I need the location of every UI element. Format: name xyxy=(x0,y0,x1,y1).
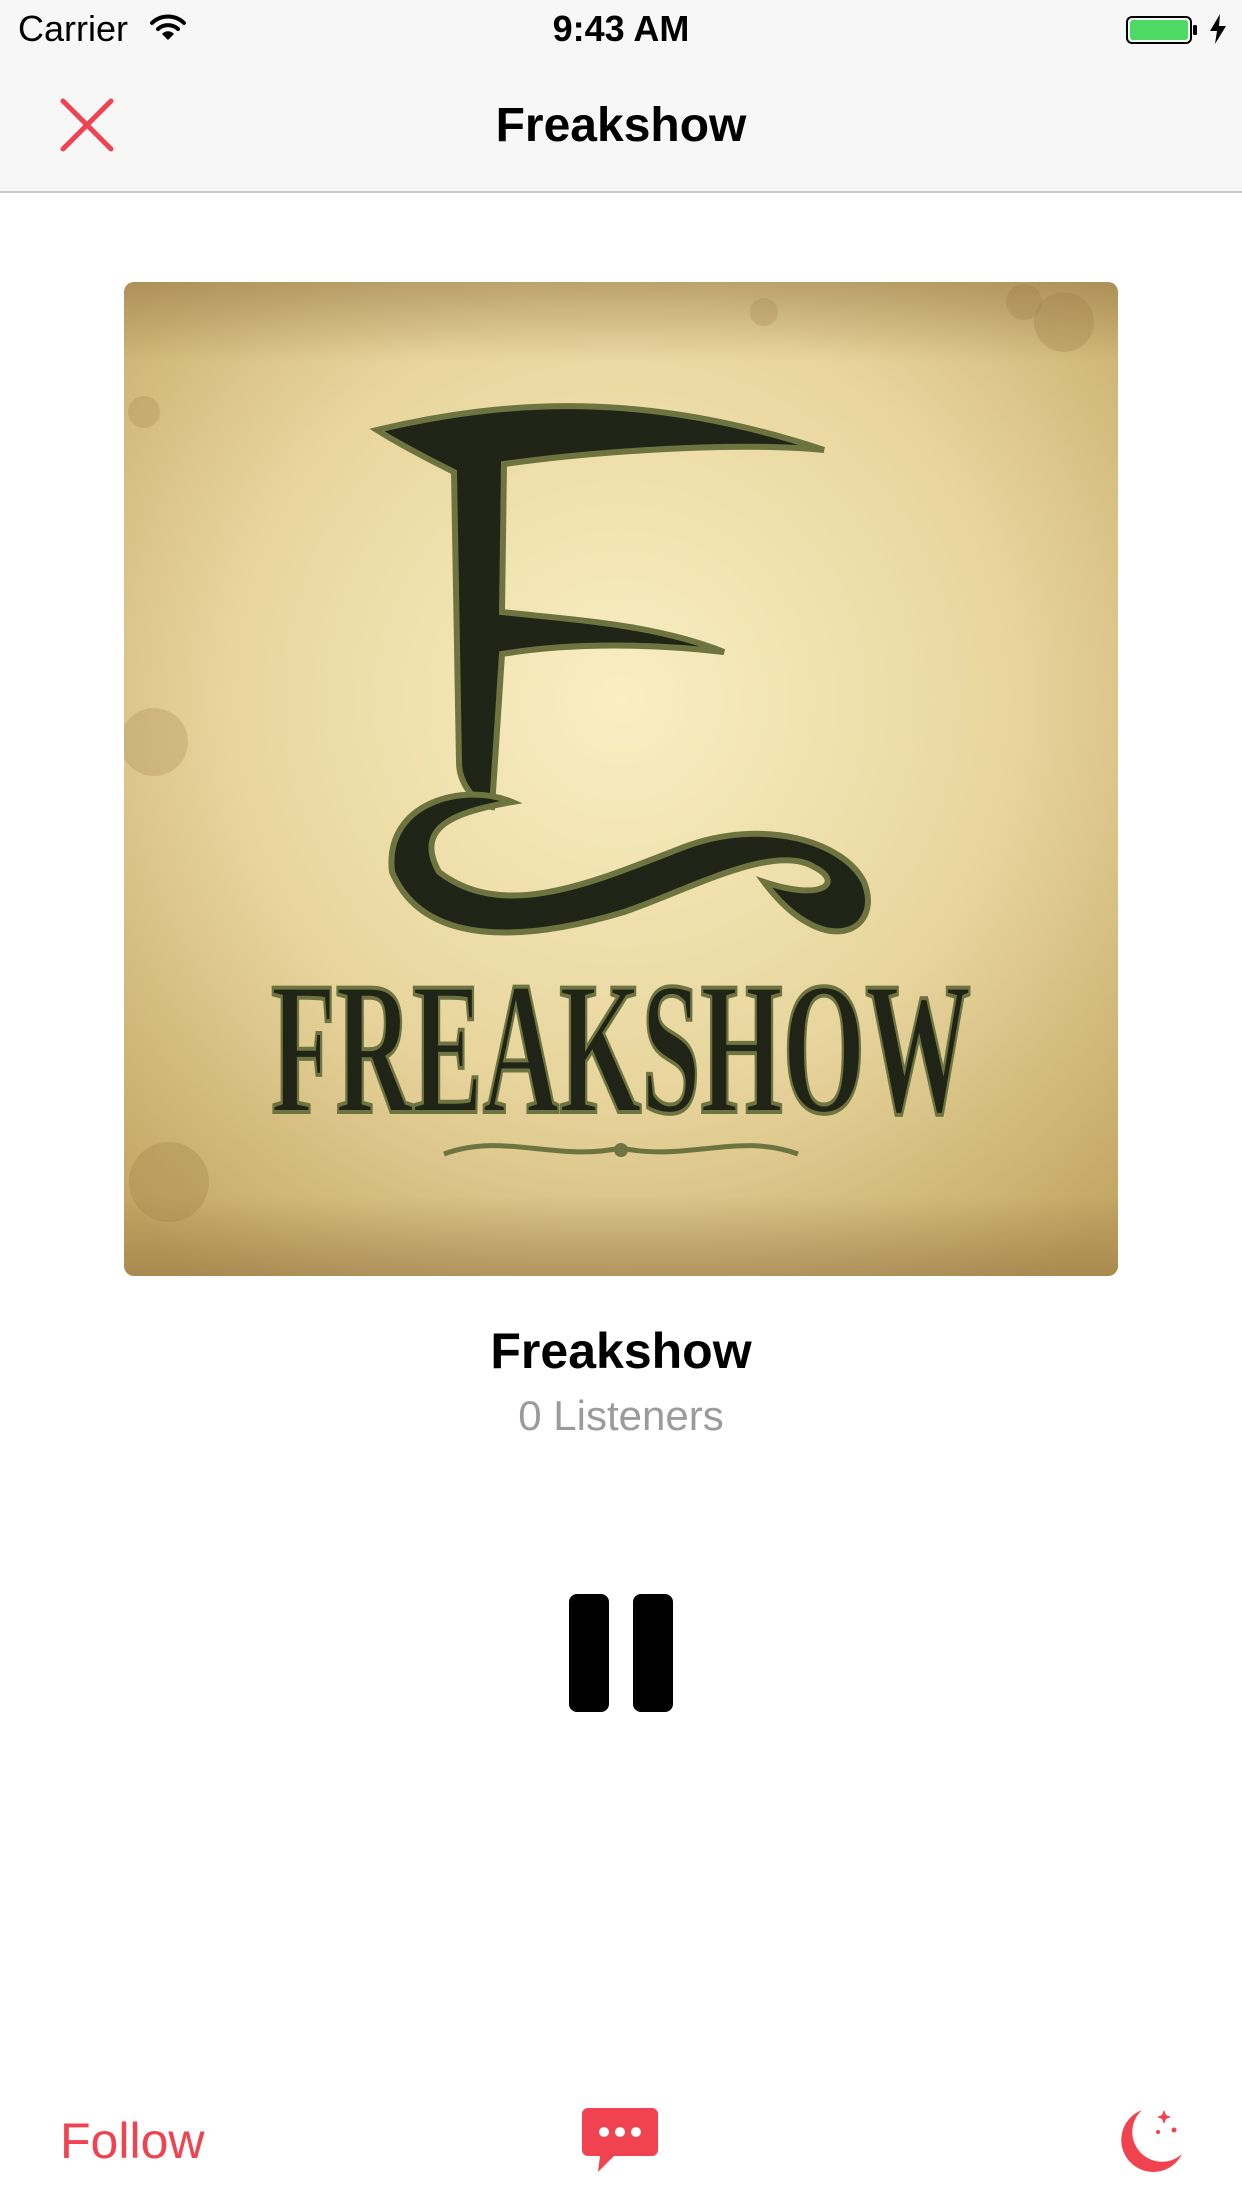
navigation-header: Carrier 9:43 AM Freakshow xyxy=(0,0,1242,193)
artwork-wordmark: FREAKSHOW xyxy=(271,944,971,1154)
sleep-timer-button[interactable] xyxy=(1112,2104,1186,2178)
status-time: 9:43 AM xyxy=(552,8,690,49)
chat-icon xyxy=(582,2108,658,2172)
charging-icon xyxy=(1208,14,1228,49)
follow-button[interactable]: Follow xyxy=(60,2112,204,2170)
status-bar: Carrier 9:43 AM xyxy=(0,0,1242,60)
pause-bar-left xyxy=(569,1594,609,1712)
podcast-artwork: FREAKSHOW xyxy=(124,282,1118,1276)
pause-button[interactable] xyxy=(566,1594,676,1714)
page-title: Freakshow xyxy=(495,99,747,152)
chat-button[interactable] xyxy=(580,2106,660,2176)
battery-icon xyxy=(1126,16,1198,49)
listener-count: 0 Listeners xyxy=(518,1392,724,1439)
station-name: Freakshow xyxy=(490,1323,752,1379)
moon-icon xyxy=(1121,2110,1182,2172)
pause-bar-right xyxy=(633,1594,673,1712)
